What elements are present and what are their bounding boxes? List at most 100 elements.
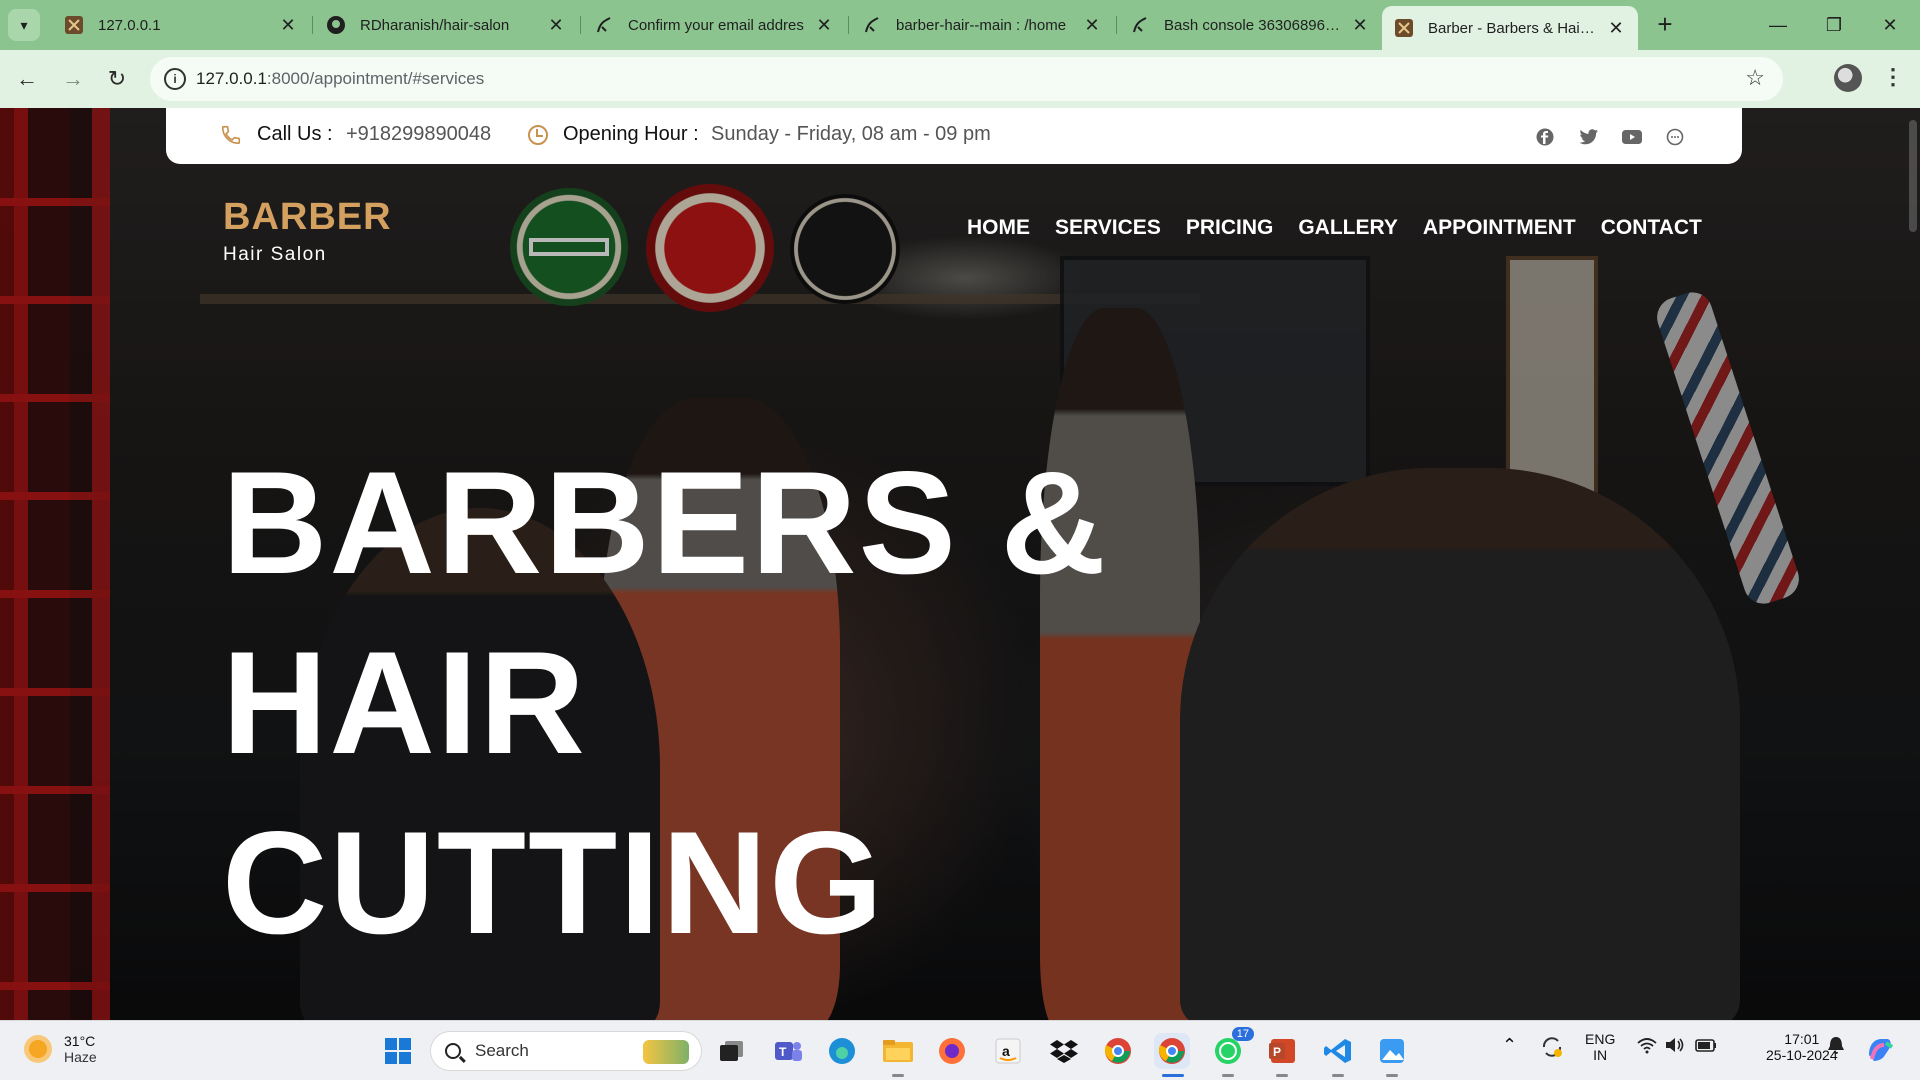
new-tab-button[interactable]: +: [1650, 10, 1680, 40]
explorer-indicator: [892, 1074, 904, 1077]
facebook-icon[interactable]: [1534, 126, 1556, 148]
nav-home[interactable]: HOME: [967, 216, 1030, 240]
weather-widget[interactable]: 31°C Haze: [24, 1033, 97, 1065]
browser-menu-icon[interactable]: ⋮: [1882, 64, 1904, 90]
vscode-indicator: [1332, 1074, 1344, 1077]
contact-topbar: Call Us : +918299890048 Opening Hour : S…: [166, 108, 1742, 164]
volume-icon[interactable]: [1664, 1035, 1686, 1058]
windows-start-icon[interactable]: [380, 1033, 416, 1069]
battery-icon[interactable]: [1694, 1035, 1718, 1058]
task-view-icon[interactable]: [714, 1033, 750, 1069]
powerpoint-icon[interactable]: P: [1264, 1033, 1300, 1069]
tab-barber-main[interactable]: barber-hair--main : /home ✕: [850, 7, 1114, 43]
taskbar-search[interactable]: Search: [430, 1031, 702, 1071]
tab-localhost[interactable]: 127.0.0.1 ✕: [52, 7, 310, 43]
svg-text:T: T: [779, 1045, 787, 1059]
browser-toolbar: ← → ↻ i 127.0.0.1:8000/appointment/#serv…: [0, 50, 1920, 108]
minimize-button[interactable]: —: [1750, 0, 1806, 50]
opening-hours: Sunday - Friday, 08 am - 09 pm: [711, 123, 991, 145]
nav-appointment[interactable]: APPOINTMENT: [1423, 216, 1576, 240]
tab-github[interactable]: RDharanish/hair-salon ✕: [314, 7, 578, 43]
profile-avatar[interactable]: [1834, 64, 1862, 92]
vscode-icon[interactable]: [1320, 1033, 1356, 1069]
site-info-icon[interactable]: i: [164, 68, 186, 90]
close-tab-icon[interactable]: ✕: [1082, 15, 1102, 36]
youtube-icon[interactable]: [1621, 126, 1643, 148]
weather-temp: 31°C: [64, 1033, 96, 1049]
tab-title: Barber - Barbers & Hair Cu: [1428, 19, 1598, 37]
whatsapp-badge: 17: [1231, 1027, 1254, 1041]
teams-icon[interactable]: T: [770, 1033, 806, 1069]
main-nav: HOME SERVICES PRICING GALLERY APPOINTMEN…: [967, 216, 1727, 240]
nav-services[interactable]: SERVICES: [1055, 216, 1161, 240]
dropbox-icon[interactable]: [1046, 1033, 1082, 1069]
search-highlight-icon: [643, 1040, 689, 1064]
tab-title: RDharanish/hair-salon: [360, 16, 510, 34]
nav-pricing[interactable]: PRICING: [1186, 216, 1274, 240]
weather-condition: Haze: [64, 1049, 97, 1065]
close-tab-icon[interactable]: ✕: [1350, 15, 1370, 36]
phone-number[interactable]: +918299890048: [346, 123, 491, 146]
file-explorer-icon[interactable]: [880, 1033, 916, 1069]
copilot-icon[interactable]: [1864, 1035, 1894, 1068]
opening-hour-label: Opening Hour :: [563, 123, 699, 145]
edge-icon[interactable]: [824, 1033, 860, 1069]
page-scrollbar[interactable]: [1906, 108, 1920, 1020]
url-text[interactable]: 127.0.0.1:8000/appointment/#services: [196, 69, 484, 89]
browser-tab-strip: ▾ 127.0.0.1 ✕ RDharanish/hair-salon ✕ Co…: [0, 0, 1920, 50]
svg-text:a: a: [1002, 1043, 1010, 1059]
sync-icon[interactable]: [1540, 1035, 1564, 1062]
firefox-icon[interactable]: [934, 1033, 970, 1069]
nav-contact[interactable]: CONTACT: [1601, 216, 1702, 240]
close-tab-icon[interactable]: ✕: [546, 15, 566, 36]
tab-title: barber-hair--main : /home: [896, 16, 1067, 34]
tab-title: Bash console 36306896 : h: [1164, 16, 1342, 34]
close-tab-icon[interactable]: ✕: [1606, 18, 1626, 39]
search-placeholder: Search: [475, 1041, 529, 1060]
reload-button[interactable]: ↻: [100, 62, 134, 96]
tab-barber-active[interactable]: Barber - Barbers & Hair Cu ✕: [1382, 6, 1638, 50]
close-window-button[interactable]: ✕: [1862, 0, 1918, 50]
sun-haze-icon: [24, 1035, 52, 1063]
barber-scissors-icon: [1394, 18, 1414, 38]
clock-icon: [528, 125, 548, 145]
svg-text:P: P: [1273, 1045, 1281, 1059]
webpage: Call Us : +918299890048 Opening Hour : S…: [0, 108, 1920, 1020]
twitter-icon[interactable]: [1578, 126, 1600, 148]
whatsapp-indicator: [1222, 1074, 1234, 1077]
language-indicator[interactable]: ENG IN: [1585, 1031, 1615, 1063]
back-button[interactable]: ←: [10, 62, 44, 96]
hero-line-3: CUTTING: [222, 801, 885, 964]
pythonanywhere-icon: [1130, 15, 1150, 35]
hero-line-2: HAIR: [222, 621, 587, 784]
close-tab-icon[interactable]: ✕: [814, 15, 834, 36]
tray-overflow-icon[interactable]: ⌃: [1502, 1035, 1517, 1056]
brand-logo[interactable]: BARBER: [223, 196, 392, 239]
close-tab-icon[interactable]: ✕: [278, 15, 298, 36]
hero-line-1: BARBERS &: [222, 441, 1108, 604]
bookmark-star-icon[interactable]: ☆: [1745, 65, 1765, 91]
tab-search-button[interactable]: ▾: [8, 9, 40, 41]
chrome-profile-icon[interactable]: [1100, 1033, 1136, 1069]
tab-title: 127.0.0.1: [98, 16, 161, 34]
wifi-icon[interactable]: [1636, 1035, 1658, 1058]
tab-bash-console[interactable]: Bash console 36306896 : h ✕: [1118, 7, 1382, 43]
github-icon: [326, 15, 346, 35]
forward-button[interactable]: →: [56, 62, 90, 96]
chat-icon[interactable]: [1664, 126, 1686, 148]
phone-icon: [220, 124, 242, 146]
amazon-icon[interactable]: a: [990, 1033, 1026, 1069]
chrome-icon[interactable]: [1154, 1033, 1190, 1069]
whatsapp-icon[interactable]: 17: [1210, 1027, 1254, 1069]
scrollbar-thumb[interactable]: [1909, 120, 1917, 232]
windows-taskbar: 31°C Haze Search T a 17 P ⌃ ENG IN 17:01…: [0, 1020, 1920, 1080]
notification-bell-icon[interactable]: [1826, 1035, 1846, 1060]
photos-icon[interactable]: [1374, 1033, 1410, 1069]
pythonanywhere-icon: [594, 15, 614, 35]
restore-button[interactable]: ❐: [1806, 0, 1862, 50]
chrome-active-indicator: [1162, 1074, 1184, 1077]
tab-confirm-email[interactable]: Confirm your email addres ✕: [582, 7, 846, 43]
address-bar[interactable]: i 127.0.0.1:8000/appointment/#services ☆: [150, 57, 1783, 101]
tab-title: Confirm your email addres: [628, 16, 804, 34]
nav-gallery[interactable]: GALLERY: [1298, 216, 1398, 240]
